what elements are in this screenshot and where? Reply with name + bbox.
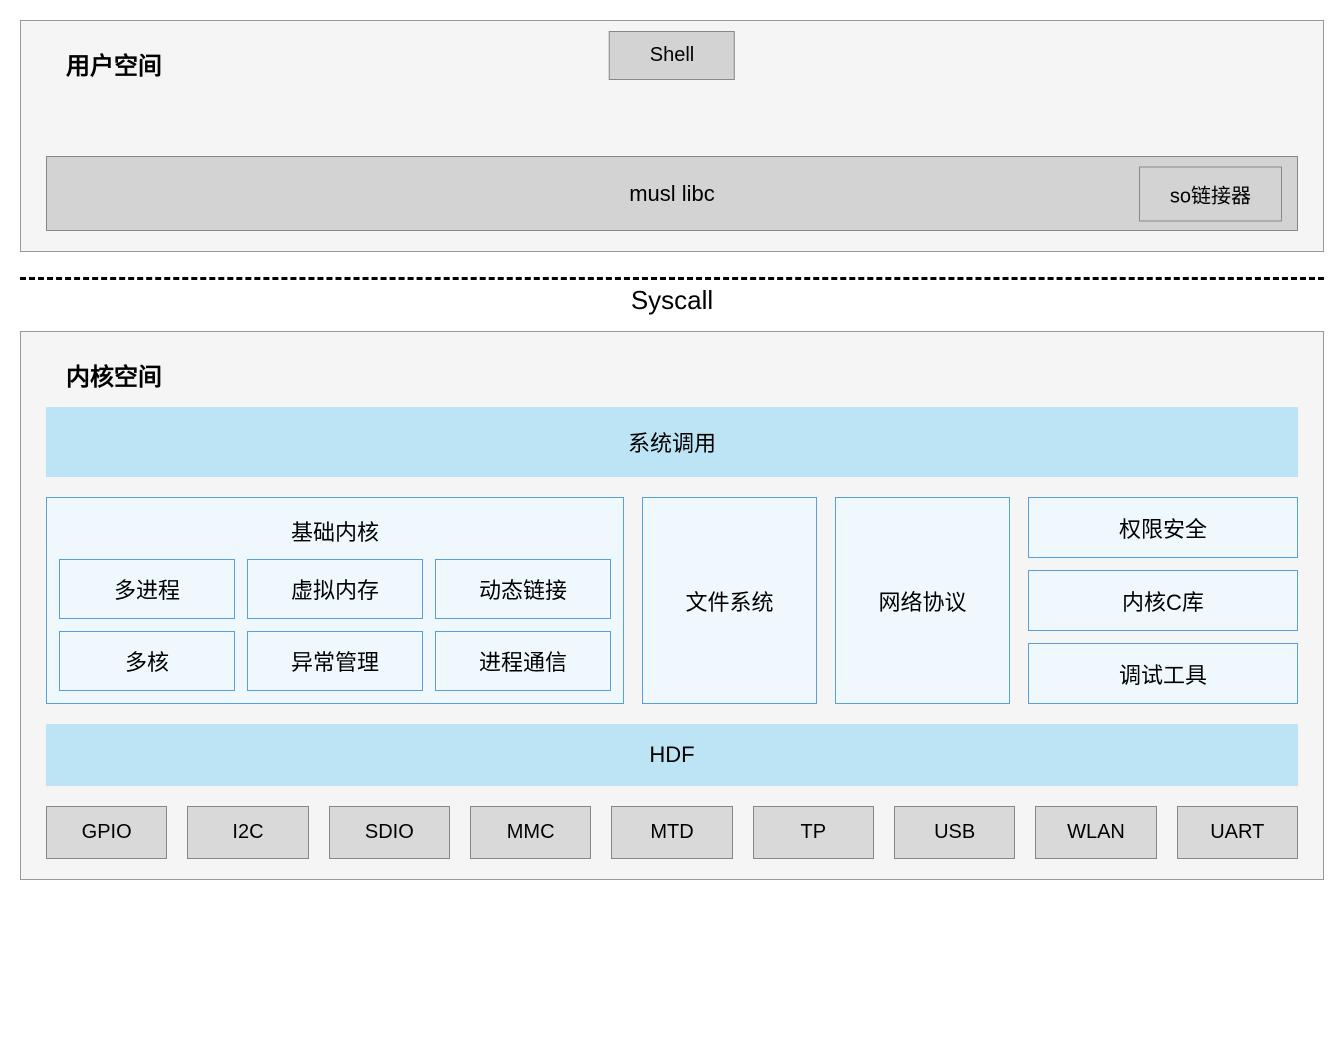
bk-ipc: 进程通信 [435,631,611,691]
driver-i2c: I2C [187,806,308,859]
right-stack: 权限安全 内核C库 调试工具 [1028,497,1298,704]
network-box: 网络协议 [835,497,1010,704]
architecture-diagram: 用户空间 Shell musl libc so链接器 Syscall 内核空间 … [20,20,1324,880]
kernel-clib-box: 内核C库 [1028,570,1298,631]
bk-dynamic-link: 动态链接 [435,559,611,619]
musl-libc-label: musl libc [629,181,715,207]
user-space-title: 用户空间 [66,46,162,81]
syscall-divider [20,277,1324,280]
basic-kernel-title: 基础内核 [291,515,379,547]
driver-gpio: GPIO [46,806,167,859]
so-linker-box: so链接器 [1139,166,1282,221]
kernel-middle-row: 基础内核 多进程 虚拟内存 动态链接 多核 异常管理 进程通信 文件系统 网络协… [46,497,1298,704]
bk-virtual-memory: 虚拟内存 [247,559,423,619]
basic-kernel-grid: 多进程 虚拟内存 动态链接 多核 异常管理 进程通信 [59,559,611,691]
driver-tp: TP [753,806,874,859]
debug-tools-box: 调试工具 [1028,643,1298,704]
shell-box: Shell [609,31,735,80]
kernel-space-title: 内核空间 [66,357,1298,392]
driver-uart: UART [1177,806,1298,859]
driver-usb: USB [894,806,1015,859]
kernel-space-section: 内核空间 系统调用 基础内核 多进程 虚拟内存 动态链接 多核 异常管理 进程通… [20,331,1324,880]
driver-wlan: WLAN [1035,806,1156,859]
bk-exception: 异常管理 [247,631,423,691]
syscall-bar: 系统调用 [46,407,1298,477]
musl-libc-box: musl libc so链接器 [46,156,1298,231]
driver-row: GPIO I2C SDIO MMC MTD TP USB WLAN UART [46,806,1298,859]
file-system-box: 文件系统 [642,497,817,704]
basic-kernel-box: 基础内核 多进程 虚拟内存 动态链接 多核 异常管理 进程通信 [46,497,624,704]
driver-sdio: SDIO [329,806,450,859]
syscall-label: Syscall [20,285,1324,316]
driver-mmc: MMC [470,806,591,859]
hdf-bar: HDF [46,724,1298,786]
driver-mtd: MTD [611,806,732,859]
security-box: 权限安全 [1028,497,1298,558]
bk-multiprocess: 多进程 [59,559,235,619]
user-space-header-row: 用户空间 Shell [46,36,1298,96]
user-space-section: 用户空间 Shell musl libc so链接器 [20,20,1324,252]
bk-multicore: 多核 [59,631,235,691]
